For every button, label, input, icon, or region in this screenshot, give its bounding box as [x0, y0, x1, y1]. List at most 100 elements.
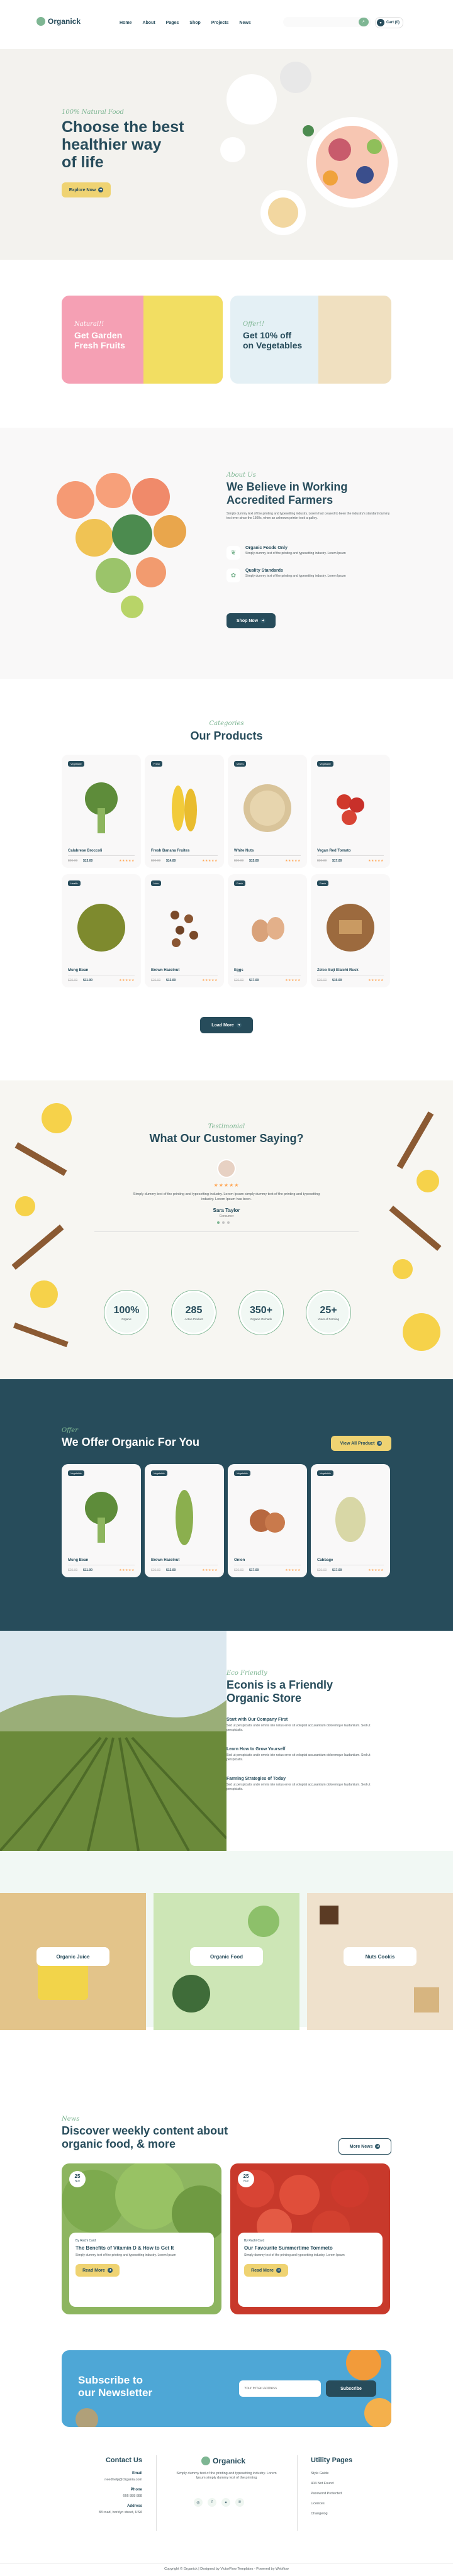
offer-banner-1[interactable]: Natural!! Get Garden Fresh Fruits — [62, 296, 223, 384]
nav-about[interactable]: About — [142, 21, 155, 25]
hazelnut-image — [171, 911, 198, 947]
banner-2-script: Offer!! — [243, 321, 265, 328]
offer-product-card[interactable]: Vegetable Brown Hazelnut $20.00 $12.00 ★… — [145, 1464, 224, 1577]
contact-email[interactable]: needhelp@Organia.com — [60, 2478, 142, 2482]
onion-image — [250, 1509, 285, 1533]
nav-projects[interactable]: Projects — [211, 21, 229, 25]
cart-icon: ▾ — [377, 19, 384, 26]
product-card[interactable]: Vegetable Calabrese Broccoli $20.00 $13.… — [62, 755, 141, 868]
slider-dot[interactable] — [217, 1221, 220, 1224]
testimonial-script: Testimonial — [208, 1123, 245, 1130]
search-button[interactable]: ⌕ — [359, 18, 369, 26]
date-badge: 25 Nov — [238, 2171, 254, 2187]
search-input[interactable] — [283, 17, 371, 27]
mung-bean-image — [77, 904, 125, 952]
utility-link[interactable]: Licences — [311, 2502, 325, 2506]
shop-now-button[interactable]: Shop Now ➜ — [226, 613, 276, 628]
product-card[interactable]: Fresh Eggs $20.00 $17.00 ★★★★★ — [228, 874, 307, 987]
offer-product-card[interactable]: Vegetable Onion $20.00 $17.00 ★★★★★ — [228, 1464, 307, 1577]
post-desc: Simply dummy text of the printing and ty… — [76, 2253, 176, 2257]
product-card[interactable]: Fresh Zelco Suji Elaichi Rusk $20.00 $15… — [311, 874, 390, 987]
newsletter-title: Subscribe to our Newsletter — [78, 2374, 153, 2399]
stat-active-product: 285 Active Product — [172, 1291, 216, 1335]
slider-dot[interactable] — [222, 1221, 225, 1224]
product-card[interactable]: Health Mung Bean $20.00 $11.00 ★★★★★ — [62, 874, 141, 987]
nav-news[interactable]: News — [239, 21, 250, 25]
explore-now-button[interactable]: Explore Now ➜ — [62, 182, 111, 197]
feature-1-desc: Simply dummy text of the printing and ty… — [245, 552, 346, 555]
nav-pages[interactable]: Pages — [166, 21, 179, 25]
instagram-icon[interactable]: ◎ — [194, 2498, 203, 2507]
product-card[interactable]: Nuts Brown Hazelnut $20.00 $12.00 ★★★★★ — [145, 874, 224, 987]
news-card-body: By Rachi Card Our Favourite Summertime T… — [238, 2233, 383, 2307]
offer-section: Offer We Offer Organic For You View All … — [0, 1379, 453, 1631]
more-news-button[interactable]: More News ➜ — [338, 2138, 391, 2155]
read-more-button[interactable]: Read More ➜ — [244, 2264, 288, 2277]
cart-label: Cart (0) — [386, 21, 400, 25]
product-card[interactable]: Fresh Fresh Banana Fruites $20.00 $14.00… — [145, 755, 224, 868]
about-title: We Believe in Working Accredited Farmers — [226, 480, 348, 506]
news-card-1[interactable]: 25 Nov By Rachi Card The Benefits of Vit… — [62, 2163, 221, 2314]
organic-leaf-icon: ❦ — [226, 546, 240, 560]
pinterest-icon[interactable]: ℗ — [235, 2498, 244, 2507]
category-juice[interactable]: Organic Juice — [0, 1893, 146, 2030]
footer-divider-left — [156, 2455, 157, 2531]
email-input[interactable] — [239, 2380, 321, 2397]
post-desc: Simply dummy text of the printing and ty… — [244, 2253, 345, 2257]
broccoli-image — [85, 782, 118, 833]
product-card[interactable]: Vegetable Vegan Red Tomato $20.00 $17.00… — [311, 755, 390, 868]
about-feature-1: ❦ Organic Foods Only Simply dummy text o… — [226, 546, 371, 560]
product-card[interactable]: Millets White Nuts $20.00 $15.00 ★★★★★ — [228, 755, 307, 868]
contact-phone[interactable]: 666 888 888 — [60, 2494, 142, 2498]
leaf-logo-icon — [201, 2457, 210, 2465]
eco-section: Eco Friendly Econis is a Friendly Organi… — [0, 1631, 453, 1851]
subscribe-button[interactable]: Subscribe — [326, 2380, 376, 2397]
rusk-image — [327, 904, 374, 952]
category-nuts-cookies[interactable]: Nuts Cookis — [307, 1893, 453, 2030]
nav-home[interactable]: Home — [120, 21, 131, 25]
nav-shop[interactable]: Shop — [189, 21, 201, 25]
news-card-2[interactable]: 25 Nov By Rachi Card Our Favourite Summe… — [230, 2163, 390, 2314]
utility-title: Utility Pages — [311, 2457, 353, 2464]
hero-tagline: 100% Natural Food — [62, 109, 124, 116]
offer-banner-2[interactable]: Offer!! Get 10% off on Vegetables — [230, 296, 391, 384]
eco-script: Eco Friendly — [226, 1670, 267, 1677]
citrus-fruits-image — [57, 473, 186, 618]
banana-image — [172, 786, 197, 831]
utility-link[interactable]: Password Protected — [311, 2492, 342, 2496]
customer-role: Consumer — [219, 1214, 234, 1218]
utility-link[interactable]: Changelog — [311, 2512, 328, 2516]
load-more-button[interactable]: Load More ➜ — [200, 1017, 253, 1033]
category-label: Nuts Cookis — [344, 1947, 417, 1966]
stat-organic: 100% Organic — [104, 1291, 148, 1335]
contact-address: 88 road, borklyn street, USA — [98, 2511, 142, 2514]
slider-dots[interactable] — [217, 1221, 230, 1224]
cabbage-image — [335, 1497, 366, 1542]
facebook-icon[interactable]: f — [208, 2498, 216, 2507]
category-food[interactable]: Organic Food — [154, 1893, 299, 2030]
offer-script: Offer — [62, 1427, 78, 1434]
twitter-icon[interactable]: ✦ — [221, 2498, 230, 2507]
testimonial-title: What Our Customer Saying? — [149, 1132, 304, 1145]
eggs-image — [252, 917, 284, 942]
footer-bottom-line — [0, 2563, 453, 2564]
eco-item-2: Learn How to Grow Yourself Sed ut perspi… — [226, 1747, 371, 1762]
arrow-right-icon: ➜ — [276, 2268, 281, 2273]
zucchini-image — [176, 1490, 193, 1545]
arrow-right-icon: ➜ — [375, 2144, 381, 2149]
read-more-button[interactable]: Read More ➜ — [76, 2264, 120, 2277]
avatar — [217, 1159, 236, 1178]
view-all-products-button[interactable]: View All Product ➜ — [331, 1436, 391, 1451]
farm-field-image — [0, 1631, 226, 1851]
footer-logo[interactable]: Organick — [201, 2457, 245, 2465]
offer-product-card[interactable]: Vegetable Mung Bean $20.00 $11.00 ★★★★★ — [62, 1464, 141, 1577]
header: Organick Home About Pages Shop Projects … — [0, 0, 453, 49]
offer-product-card[interactable]: Vegetable Cabbage $20.00 $17.00 ★★★★★ — [311, 1464, 390, 1577]
logo[interactable]: Organick — [36, 17, 81, 26]
utility-link[interactable]: 404 Not Found — [311, 2482, 333, 2485]
slider-dot[interactable] — [227, 1221, 230, 1224]
cart-button[interactable]: ▾ Cart (0) — [375, 17, 404, 28]
footer-about: Simply dummy text of the printing and ty… — [176, 2472, 277, 2480]
utility-link[interactable]: Style Guide — [311, 2472, 328, 2475]
footer: Contact Us Email needhelp@Organia.com Ph… — [0, 2446, 453, 2576]
